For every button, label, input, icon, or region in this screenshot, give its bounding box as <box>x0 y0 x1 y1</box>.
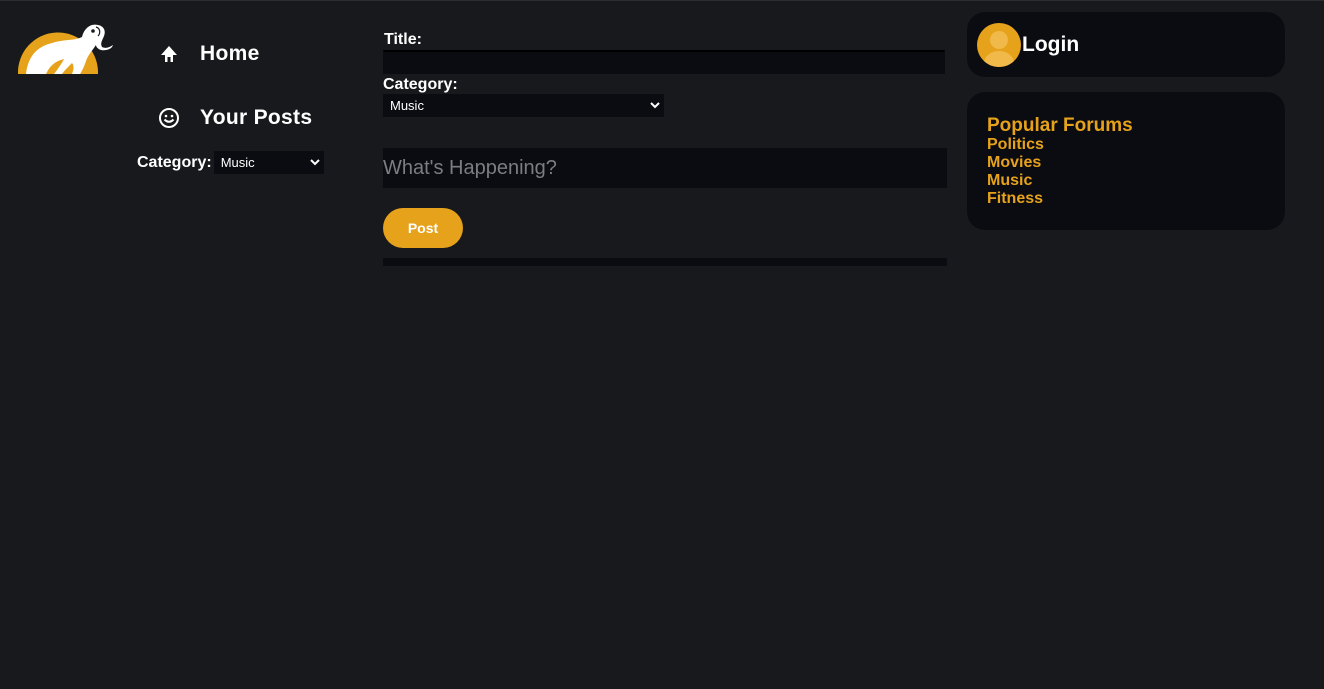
category-label: Category: <box>383 76 458 93</box>
category-select[interactable]: Music <box>383 94 664 117</box>
popular-forums-card: Popular Forums Politics Movies Music Fit… <box>967 92 1285 230</box>
title-label: Title: <box>384 31 422 48</box>
forum-link-fitness[interactable]: Fitness <box>987 190 1265 208</box>
forum-link-movies[interactable]: Movies <box>987 154 1265 172</box>
home-icon <box>158 43 180 65</box>
smiley-icon <box>158 107 180 129</box>
elephant-logo-icon <box>17 24 113 74</box>
forum-link-music[interactable]: Music <box>987 172 1265 190</box>
title-input[interactable] <box>383 50 945 74</box>
user-avatar-icon <box>977 22 1021 67</box>
login-card[interactable]: Login <box>967 12 1285 77</box>
post-composer: Title: Category: Music Post <box>383 31 947 266</box>
category-filter-select[interactable]: Music <box>213 151 324 174</box>
logo[interactable] <box>16 19 116 75</box>
forum-link-politics[interactable]: Politics <box>987 136 1265 154</box>
post-button[interactable]: Post <box>383 208 463 248</box>
nav-home[interactable]: Home <box>158 42 260 66</box>
category-filter: Category: Music <box>137 151 324 174</box>
popular-forums-title: Popular Forums <box>987 115 1133 136</box>
category-filter-label: Category: <box>137 153 212 171</box>
nav-your-posts[interactable]: Your Posts <box>158 106 312 130</box>
composer-divider <box>383 258 947 266</box>
nav-your-posts-label: Your Posts <box>200 106 313 129</box>
login-label: Login <box>1022 32 1080 56</box>
post-body-input[interactable] <box>383 148 947 188</box>
nav-home-label: Home <box>200 42 260 65</box>
